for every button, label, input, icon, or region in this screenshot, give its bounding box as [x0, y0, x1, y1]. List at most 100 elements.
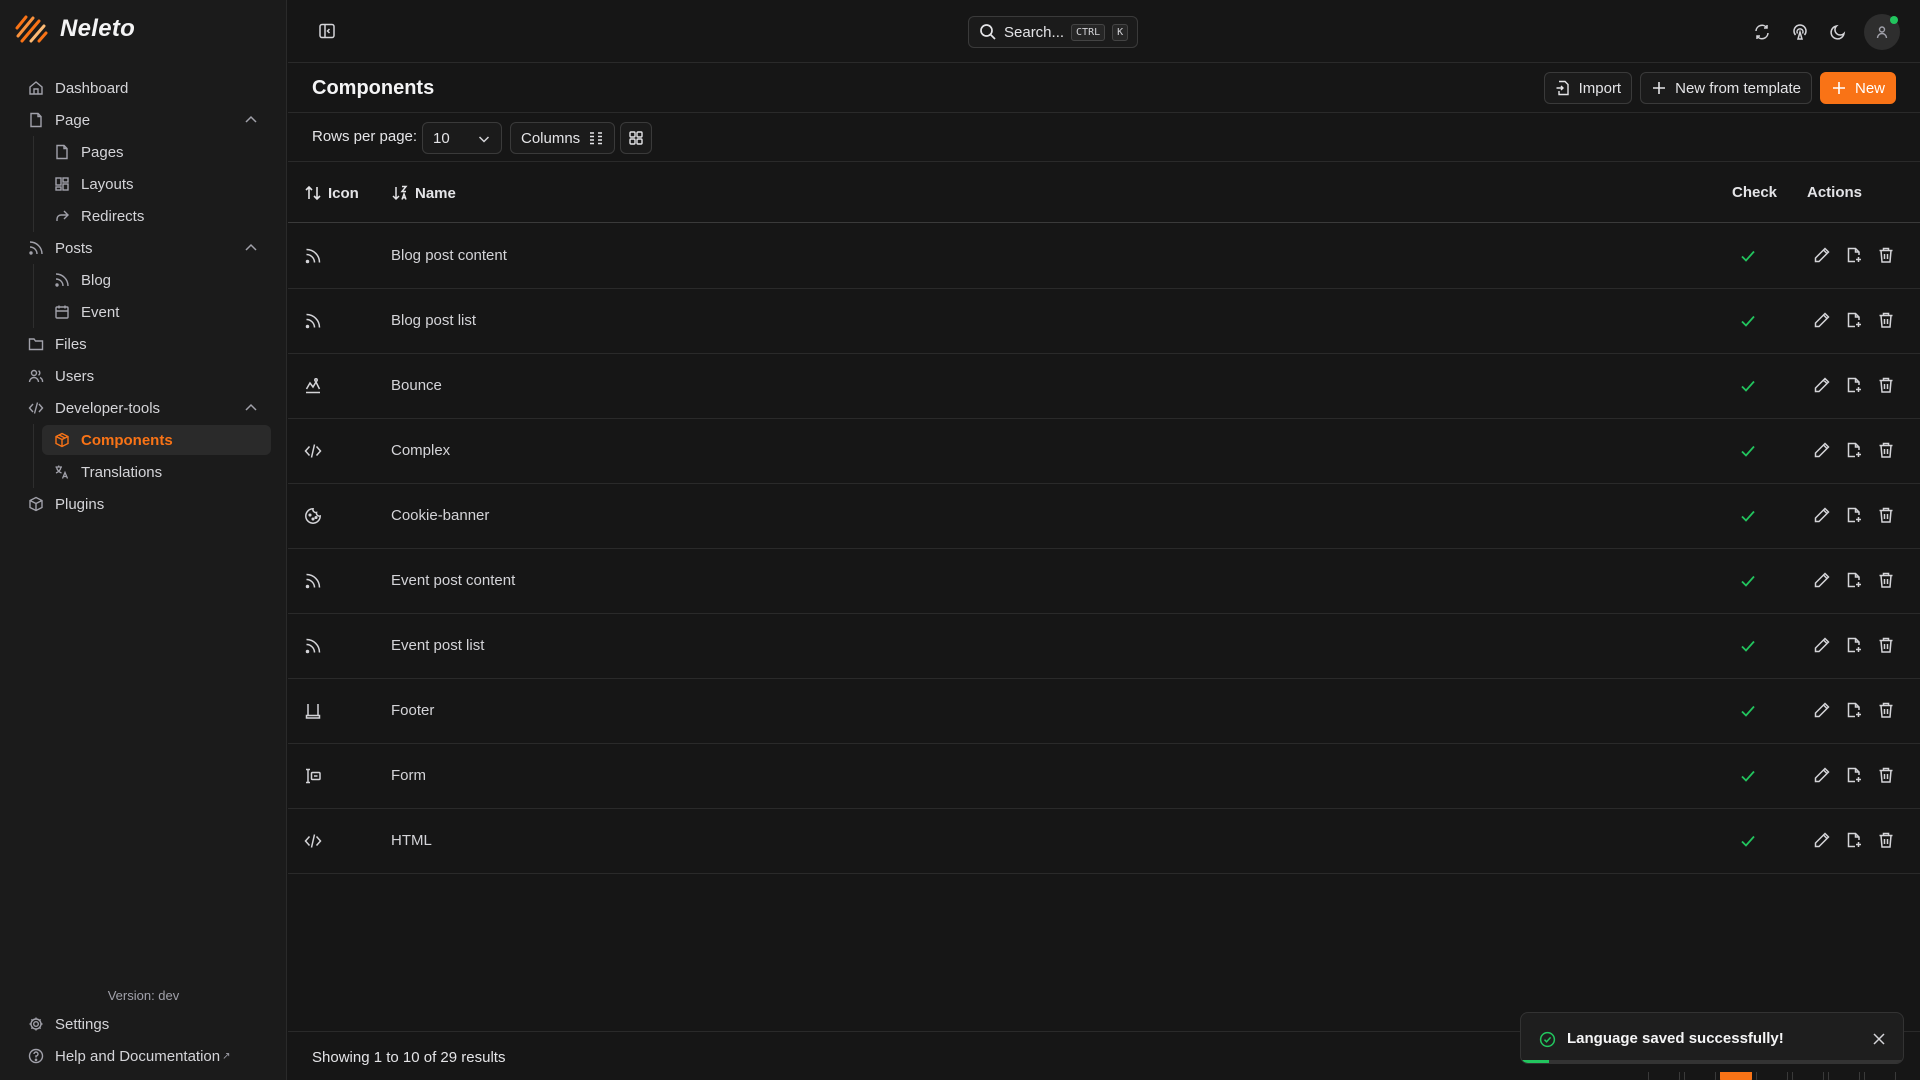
pagination-page-current[interactable] — [1720, 1072, 1752, 1080]
edit-icon[interactable] — [1813, 571, 1831, 589]
trash-icon[interactable] — [1877, 376, 1895, 394]
duplicate-icon[interactable] — [1845, 246, 1863, 264]
sidebar-item-help[interactable]: Help and Documentation ↗ — [0, 1040, 287, 1072]
sidebar-item-redirects[interactable]: Redirects — [0, 200, 287, 232]
trash-icon[interactable] — [1877, 831, 1895, 849]
table-row[interactable]: Event post list — [288, 614, 1920, 679]
check-icon — [1739, 637, 1757, 655]
duplicate-icon[interactable] — [1845, 636, 1863, 654]
results-summary: Showing 1 to 10 of 29 results — [312, 1049, 506, 1066]
component-name: Bounce — [391, 377, 442, 394]
grid-view-button[interactable] — [620, 122, 652, 154]
sidebar-item-pages[interactable]: Pages — [0, 136, 287, 168]
duplicate-icon[interactable] — [1845, 441, 1863, 459]
sidebar-item-users[interactable]: Users — [0, 360, 287, 392]
trash-icon[interactable] — [1877, 701, 1895, 719]
column-header-icon[interactable]: Icon — [304, 184, 359, 202]
duplicate-icon[interactable] — [1845, 571, 1863, 589]
sidebar-item-settings[interactable]: Settings — [0, 1008, 287, 1040]
brand[interactable]: Neleto — [14, 14, 135, 44]
edit-icon[interactable] — [1813, 506, 1831, 524]
import-button[interactable]: Import — [1543, 72, 1633, 104]
chevron-up-icon[interactable] — [243, 112, 259, 128]
refresh-icon[interactable] — [1750, 14, 1774, 50]
table-body: Blog post content Blog post list Bounce … — [288, 224, 1920, 874]
table-row[interactable]: Form — [288, 744, 1920, 809]
sidebar-toggle-icon[interactable] — [318, 22, 336, 40]
trash-icon[interactable] — [1877, 311, 1895, 329]
sidebar-item-translations[interactable]: Translations — [0, 456, 287, 488]
trash-icon[interactable] — [1877, 571, 1895, 589]
table-row[interactable]: Footer — [288, 679, 1920, 744]
new-button[interactable]: New — [1819, 72, 1896, 104]
pagination-last[interactable] — [1864, 1072, 1896, 1080]
edit-icon[interactable] — [1813, 636, 1831, 654]
sidebar-item-components[interactable]: Components — [0, 424, 287, 456]
trash-icon[interactable] — [1877, 636, 1895, 654]
pagination-next[interactable] — [1828, 1072, 1860, 1080]
table-row[interactable]: Event post content — [288, 549, 1920, 614]
duplicate-icon[interactable] — [1845, 506, 1863, 524]
check-icon — [1739, 247, 1757, 265]
new-from-template-button[interactable]: New from template — [1640, 72, 1812, 104]
neleto-logo-icon — [14, 14, 48, 44]
sidebar-item-plugins[interactable]: Plugins — [0, 488, 287, 520]
edit-icon[interactable] — [1813, 766, 1831, 784]
trash-icon[interactable] — [1877, 246, 1895, 264]
duplicate-icon[interactable] — [1845, 701, 1863, 719]
table-row[interactable]: Cookie-banner — [288, 484, 1920, 549]
sidebar-item-page[interactable]: Page — [0, 104, 287, 136]
sidebar-item-dashboard[interactable]: Dashboard — [0, 72, 287, 104]
pagination-page[interactable] — [1756, 1072, 1788, 1080]
sidebar-item-layouts[interactable]: Layouts — [0, 168, 287, 200]
edit-icon[interactable] — [1813, 311, 1831, 329]
pagination-page[interactable] — [1792, 1072, 1824, 1080]
top-bar: Search... CTRL K — [288, 0, 1920, 63]
trash-icon[interactable] — [1877, 766, 1895, 784]
edit-icon[interactable] — [1813, 246, 1831, 264]
edit-icon[interactable] — [1813, 441, 1831, 459]
file-import-icon — [1555, 80, 1571, 96]
duplicate-icon[interactable] — [1845, 831, 1863, 849]
user-avatar[interactable] — [1864, 14, 1900, 50]
broadcast-icon[interactable] — [1788, 14, 1812, 50]
sidebar-item-label: Dashboard — [55, 79, 129, 97]
sidebar-item-event[interactable]: Event — [0, 296, 287, 328]
edit-icon[interactable] — [1813, 831, 1831, 849]
table-row[interactable]: Complex — [288, 419, 1920, 484]
rows-per-page-value: 10 — [433, 129, 450, 147]
sidebar-item-label: Redirects — [81, 207, 145, 225]
trash-icon[interactable] — [1877, 441, 1895, 459]
shortcut-k: K — [1112, 23, 1129, 41]
table-row[interactable]: HTML — [288, 809, 1920, 874]
chevron-up-icon[interactable] — [243, 400, 259, 416]
sidebar-item-label: Plugins — [55, 495, 105, 513]
pagination-first[interactable] — [1648, 1072, 1680, 1080]
rows-per-page-select[interactable]: 10 — [422, 122, 502, 154]
component-name: Blog post list — [391, 312, 477, 329]
sidebar-item-blog[interactable]: Blog — [0, 264, 287, 296]
duplicate-icon[interactable] — [1845, 766, 1863, 784]
pagination-prev[interactable] — [1684, 1072, 1716, 1080]
moon-icon[interactable] — [1826, 14, 1850, 50]
sidebar-item-developer-tools[interactable]: Developer-tools — [0, 392, 287, 424]
table-row[interactable]: Blog post list — [288, 289, 1920, 354]
column-header-name[interactable]: Name — [391, 184, 456, 202]
form-icon — [304, 767, 322, 785]
table-row[interactable]: Blog post content — [288, 224, 1920, 289]
duplicate-icon[interactable] — [1845, 311, 1863, 329]
users-icon — [27, 367, 45, 385]
edit-icon[interactable] — [1813, 376, 1831, 394]
rss-icon — [304, 637, 322, 655]
trash-icon[interactable] — [1877, 506, 1895, 524]
search-button[interactable]: Search... CTRL K — [968, 16, 1138, 48]
sidebar-item-files[interactable]: Files — [0, 328, 287, 360]
columns-button[interactable]: Columns — [510, 122, 616, 154]
table-row[interactable]: Bounce — [288, 354, 1920, 419]
duplicate-icon[interactable] — [1845, 376, 1863, 394]
sidebar-item-posts[interactable]: Posts — [0, 232, 287, 264]
close-icon[interactable] — [1871, 1031, 1887, 1047]
edit-icon[interactable] — [1813, 701, 1831, 719]
code-icon — [304, 442, 322, 460]
chevron-up-icon[interactable] — [243, 240, 259, 256]
